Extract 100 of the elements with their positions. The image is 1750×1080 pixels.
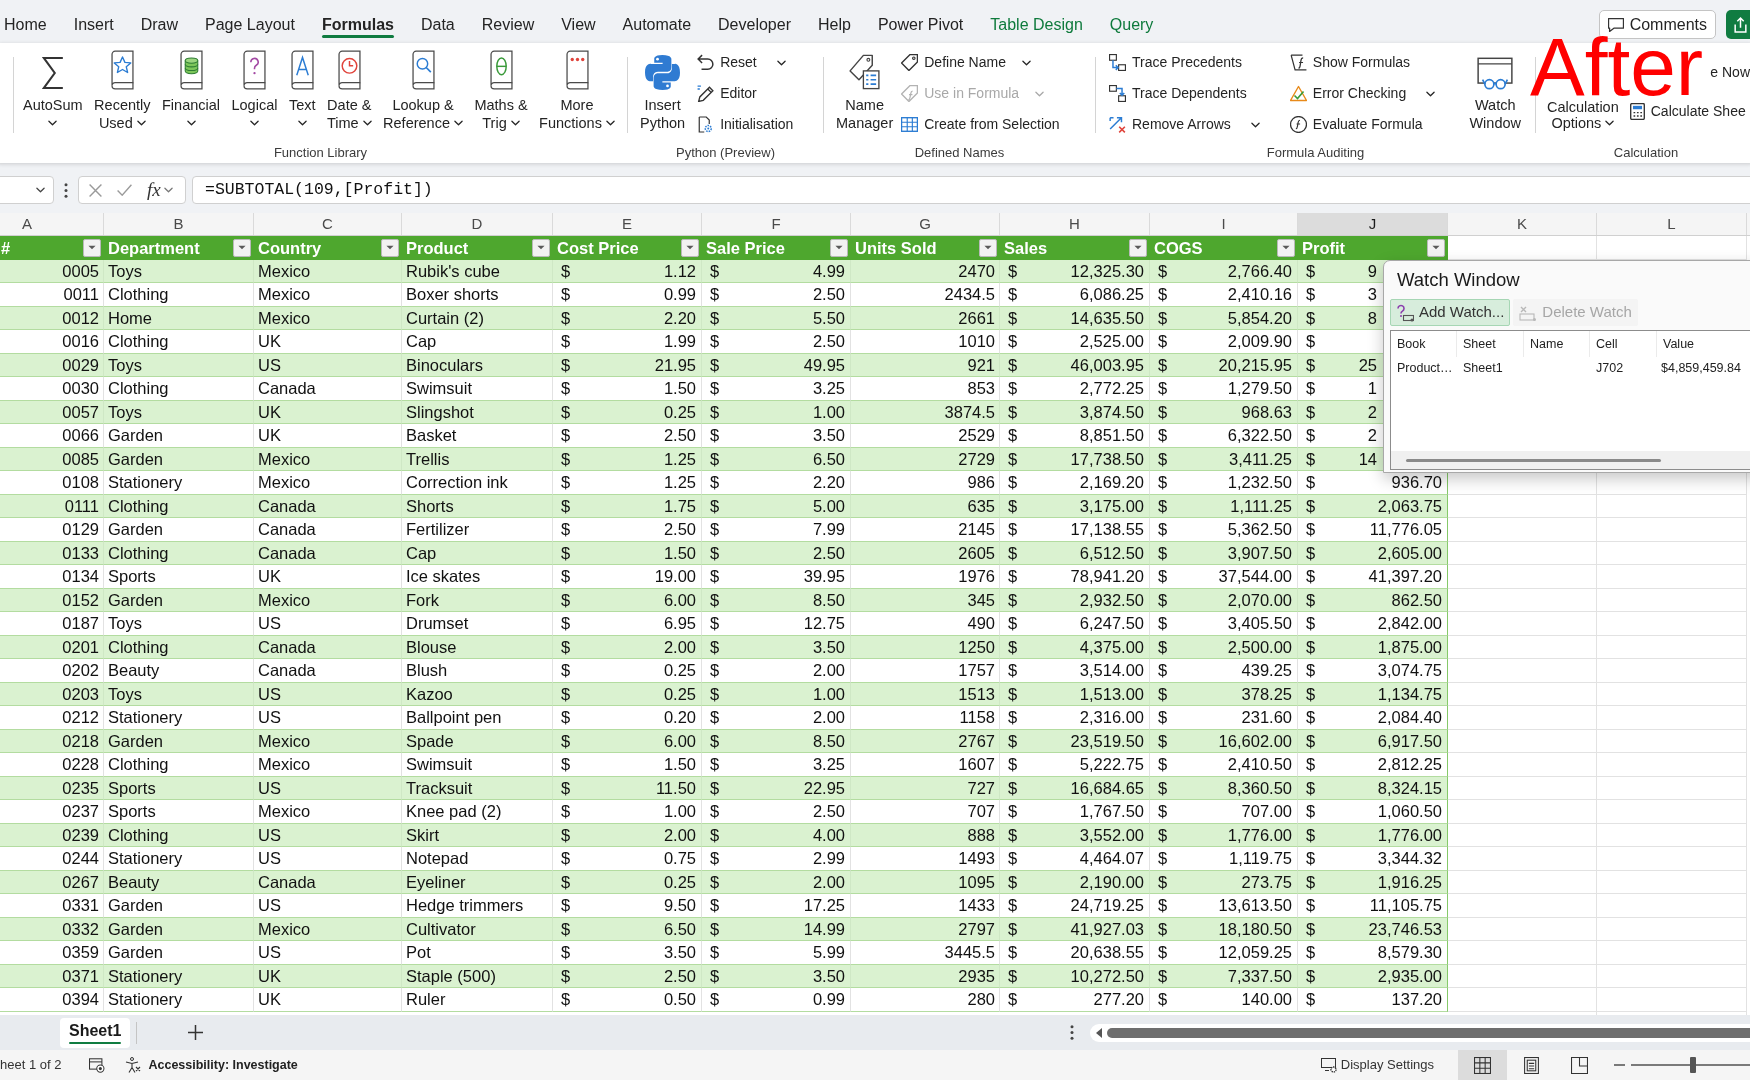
column-letter[interactable]: C [254, 213, 402, 235]
ribbon-tab[interactable]: Table Design [990, 10, 1083, 40]
ribbon-tab[interactable]: Review [481, 10, 535, 40]
filter-button[interactable] [233, 238, 251, 257]
cell-value: 20,215.95 [1218, 355, 1292, 374]
ribbon-tab[interactable]: Home [4, 10, 47, 40]
currency-symbol: $ [1158, 473, 1168, 492]
ribbon-button[interactable]: Watch Window [1469, 43, 1521, 132]
ribbon-button[interactable]: Editor [697, 78, 794, 109]
ribbon-button[interactable]: Calculate Shee [1629, 96, 1746, 127]
ribbon-button[interactable]: Define Name [901, 47, 1060, 78]
ribbon-button[interactable]: Maths & Trig [474, 43, 528, 132]
accessibility-button[interactable]: Accessibility: Investigate [125, 1055, 298, 1075]
column-letter[interactable]: E [553, 213, 702, 235]
insert-function-button[interactable]: fx [147, 180, 161, 200]
ribbon-button[interactable]: Evaluate Formula [1289, 109, 1436, 140]
scrollbar-thumb[interactable] [1406, 458, 1661, 462]
column-letter[interactable]: A [0, 213, 104, 235]
table-cell: 0030 [0, 377, 104, 401]
column-letter[interactable]: D [402, 213, 553, 235]
ribbon-tab[interactable]: Draw [140, 10, 179, 40]
currency-symbol: $ [1158, 990, 1168, 1009]
filter-button[interactable] [1129, 238, 1147, 257]
plus-icon[interactable] [188, 1025, 204, 1040]
currency-symbol: $ [1306, 919, 1316, 938]
more-vertical-icon[interactable] [64, 182, 68, 198]
ribbon-tab[interactable]: Power Pivot [877, 10, 964, 40]
toolbar-button[interactable]: Add Watch... [1390, 299, 1511, 326]
column-letter[interactable]: L [1597, 213, 1747, 235]
question-box-icon [1396, 303, 1414, 322]
ribbon-tab[interactable]: Automate [622, 10, 692, 40]
status-text: heet 1 of 2 [0, 1056, 62, 1075]
filter-button[interactable] [83, 238, 101, 257]
more-vertical-icon[interactable] [1070, 1025, 1074, 1040]
cell-value: 0.99 [812, 990, 845, 1009]
ribbon-button[interactable]: Initialisation [697, 109, 794, 140]
table-cell: Mexico [254, 283, 402, 307]
ribbon-button[interactable]: Lookup & Reference [383, 43, 463, 132]
ribbon-button[interactable]: Trace Precedents [1109, 47, 1260, 78]
filter-button[interactable] [1427, 238, 1445, 257]
cell-value: 11,776.05 [1369, 520, 1442, 539]
ribbon-tab[interactable]: Page Layout [205, 10, 295, 40]
currency-symbol: $ [561, 590, 571, 609]
column-letter[interactable]: J [1298, 213, 1448, 235]
scroll-left-icon[interactable] [1096, 1027, 1102, 1038]
ribbon-button[interactable]: Remove Arrows [1109, 109, 1260, 140]
sheet-tab[interactable]: Sheet1 [60, 1017, 131, 1048]
filter-button[interactable] [979, 238, 997, 257]
ribbon-button[interactable]: Financial [162, 43, 220, 132]
cell-value: 0.25 [663, 402, 696, 421]
after-label: After [1530, 36, 1704, 98]
ribbon-button[interactable]: Show Formulas [1289, 47, 1436, 78]
ribbon-button[interactable]: e Now [1710, 62, 1750, 83]
share-button[interactable] [1726, 10, 1750, 39]
pen-icon [697, 85, 715, 102]
filter-button[interactable] [681, 238, 699, 257]
display-settings-button[interactable]: Display Settings [1320, 1055, 1434, 1075]
view-button[interactable] [1458, 1050, 1507, 1080]
currency-symbol: $ [1008, 590, 1018, 609]
ribbon-button[interactable]: Logical [231, 43, 278, 132]
cell-value: 2,070.00 [1227, 590, 1292, 609]
ribbon-tab[interactable]: Insert [73, 10, 114, 40]
column-letter[interactable]: G [851, 213, 1000, 235]
ribbon-tab[interactable]: Formulas [321, 10, 394, 40]
ribbon-button[interactable]: Insert Python [640, 43, 686, 132]
currency-symbol: $ [1306, 896, 1316, 915]
check-icon[interactable] [117, 184, 132, 196]
cell-value: 2,190.00 [1079, 872, 1144, 891]
ribbon-button[interactable]: Trace Dependents [1109, 78, 1260, 109]
column-letter[interactable]: F [702, 213, 851, 235]
currency-symbol: $ [1306, 966, 1316, 985]
ribbon-button[interactable]: Text [288, 43, 316, 132]
ribbon-tab[interactable]: Data [420, 10, 455, 40]
ribbon-button[interactable]: AutoSum [23, 43, 83, 132]
ribbon-button[interactable]: Calculation Options [1547, 99, 1619, 131]
cell-value: 1.25 [663, 473, 696, 492]
ribbon-button[interactable]: Create from Selection [901, 109, 1060, 140]
column-letter[interactable]: H [1000, 213, 1150, 235]
column-letter[interactable]: K [1448, 213, 1597, 235]
ribbon-tab[interactable]: Developer [718, 10, 791, 40]
sheet-record-icon[interactable] [89, 1057, 106, 1073]
filter-button[interactable] [830, 238, 848, 257]
filter-button[interactable] [1277, 238, 1295, 257]
close-icon[interactable] [89, 183, 102, 197]
formula-input[interactable]: =SUBTOTAL(109,[Profit]) [192, 176, 1750, 204]
column-letter[interactable]: B [104, 213, 254, 235]
filter-button[interactable] [532, 238, 550, 257]
ribbon-tab[interactable]: View [561, 10, 596, 40]
slider-thumb[interactable] [1689, 1057, 1696, 1073]
ribbon-tab[interactable]: Help [818, 10, 851, 40]
ribbon-tab[interactable]: Query [1109, 10, 1154, 40]
ribbon-button[interactable]: Date & Time [326, 43, 372, 132]
ribbon-button[interactable]: More Functions [539, 43, 615, 132]
ribbon-button[interactable]: Reset [697, 47, 794, 78]
ribbon-button[interactable]: Recently Used [94, 43, 151, 132]
currency-symbol: $ [1306, 261, 1316, 280]
scrollbar-thumb[interactable] [1107, 1027, 1750, 1038]
ribbon-button[interactable]: Name Manager [836, 43, 894, 132]
ribbon-button[interactable]: Error Checking [1289, 78, 1436, 109]
filter-button[interactable] [381, 238, 399, 257]
